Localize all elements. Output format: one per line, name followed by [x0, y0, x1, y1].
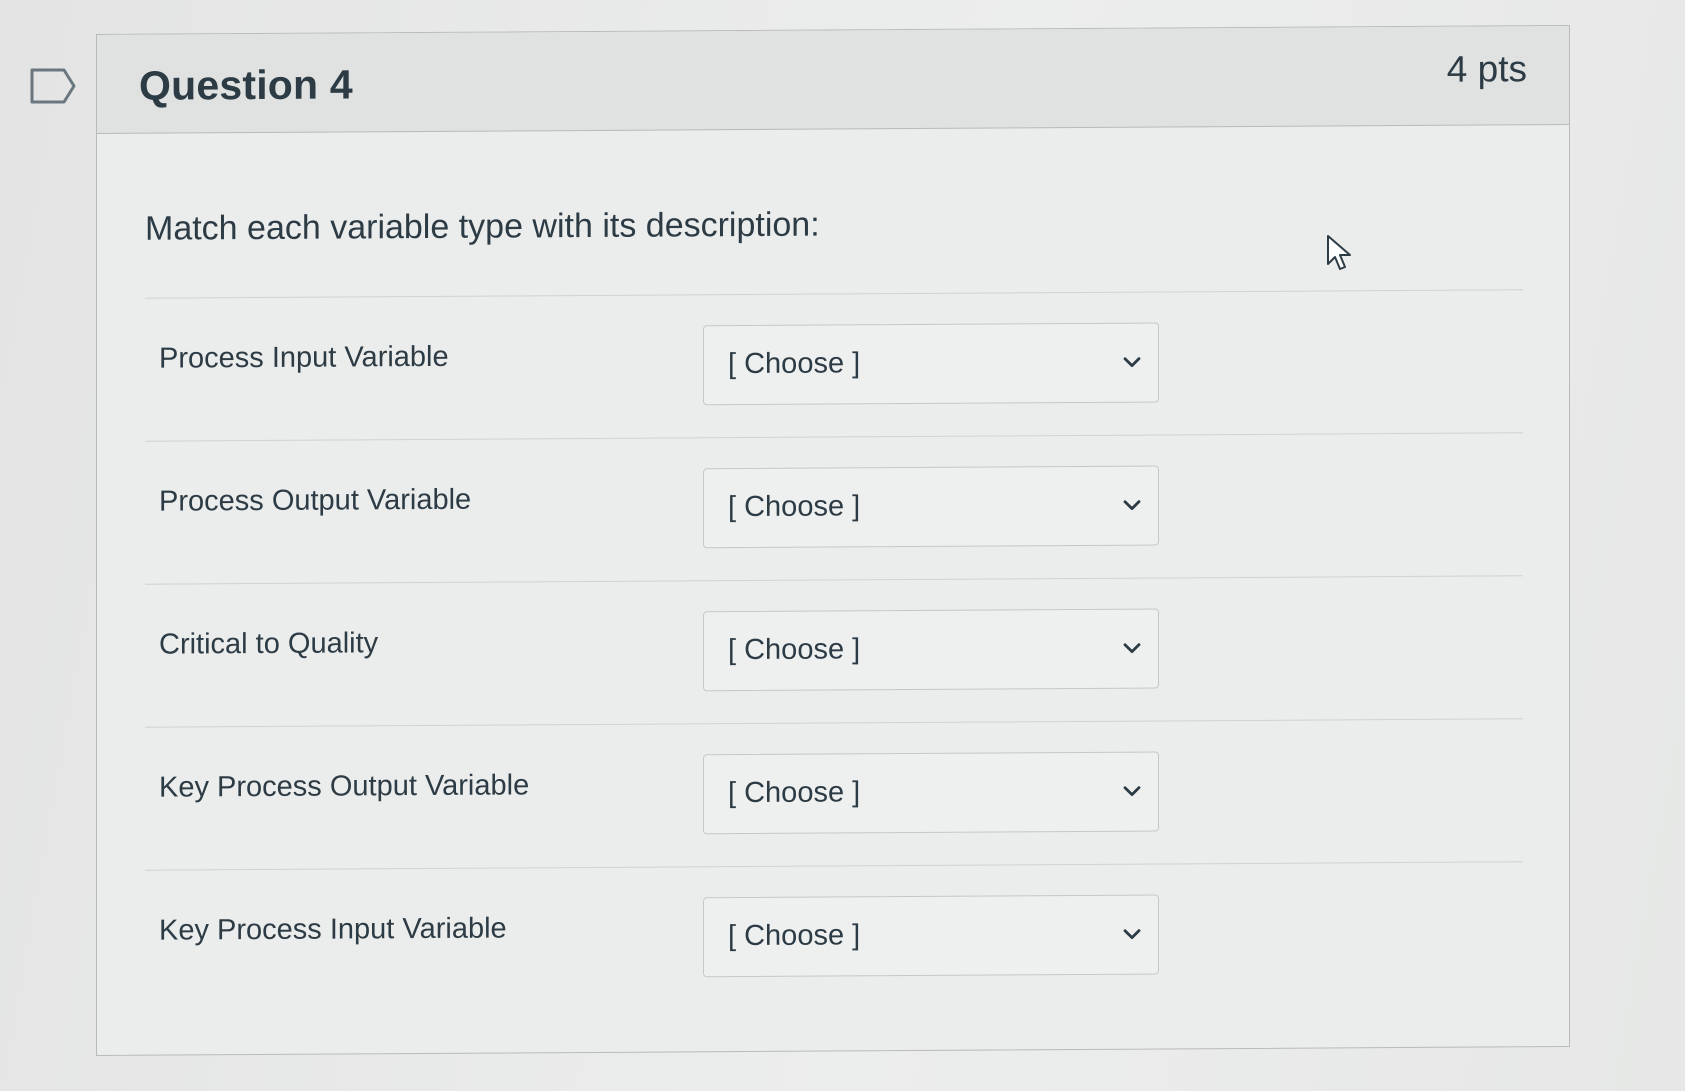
match-row-label: Process Input Variable — [159, 340, 449, 375]
question-prompt: Match each variable type with its descri… — [145, 205, 820, 248]
chevron-down-icon — [1123, 786, 1141, 797]
match-row: Critical to Quality [ Choose ] — [145, 575, 1523, 727]
question-title: Question 4 — [139, 61, 353, 109]
chevron-down-icon — [1123, 929, 1141, 940]
question-points: 4 pts — [1446, 48, 1527, 90]
answer-select[interactable]: [ Choose ] — [703, 894, 1159, 978]
match-row-label: Key Process Output Variable — [159, 769, 530, 804]
match-row: Process Input Variable [ Choose ] — [145, 289, 1523, 441]
answer-select[interactable]: [ Choose ] — [703, 322, 1159, 406]
answer-select-value: [ Choose ] — [728, 490, 861, 524]
match-row-label: Process Output Variable — [159, 483, 472, 518]
answer-select-value: [ Choose ] — [728, 347, 861, 381]
answer-select[interactable]: [ Choose ] — [703, 608, 1159, 692]
bookmark-flag-icon[interactable] — [30, 68, 76, 104]
chevron-down-icon — [1123, 357, 1141, 368]
match-row-label: Key Process Input Variable — [159, 912, 507, 947]
question-header: Question 4 4 pts — [97, 26, 1569, 134]
answer-select[interactable]: [ Choose ] — [703, 751, 1159, 835]
match-row: Process Output Variable [ Choose ] — [145, 432, 1523, 584]
mouse-pointer-icon — [1327, 235, 1351, 270]
chevron-down-icon — [1123, 643, 1141, 654]
match-list: Process Input Variable [ Choose ] Proces… — [145, 289, 1523, 1013]
match-row: Key Process Input Variable [ Choose ] — [145, 861, 1523, 1013]
answer-select-value: [ Choose ] — [728, 776, 861, 810]
quiz-page: Question 4 4 pts Match each variable typ… — [0, 0, 1685, 1091]
answer-select[interactable]: [ Choose ] — [703, 465, 1159, 549]
chevron-down-icon — [1123, 500, 1141, 511]
match-row-label: Critical to Quality — [159, 627, 379, 661]
answer-select-value: [ Choose ] — [728, 919, 861, 953]
match-row: Key Process Output Variable [ Choose ] — [145, 718, 1523, 870]
answer-select-value: [ Choose ] — [728, 633, 861, 667]
question-card: Question 4 4 pts Match each variable typ… — [96, 24, 1570, 1057]
